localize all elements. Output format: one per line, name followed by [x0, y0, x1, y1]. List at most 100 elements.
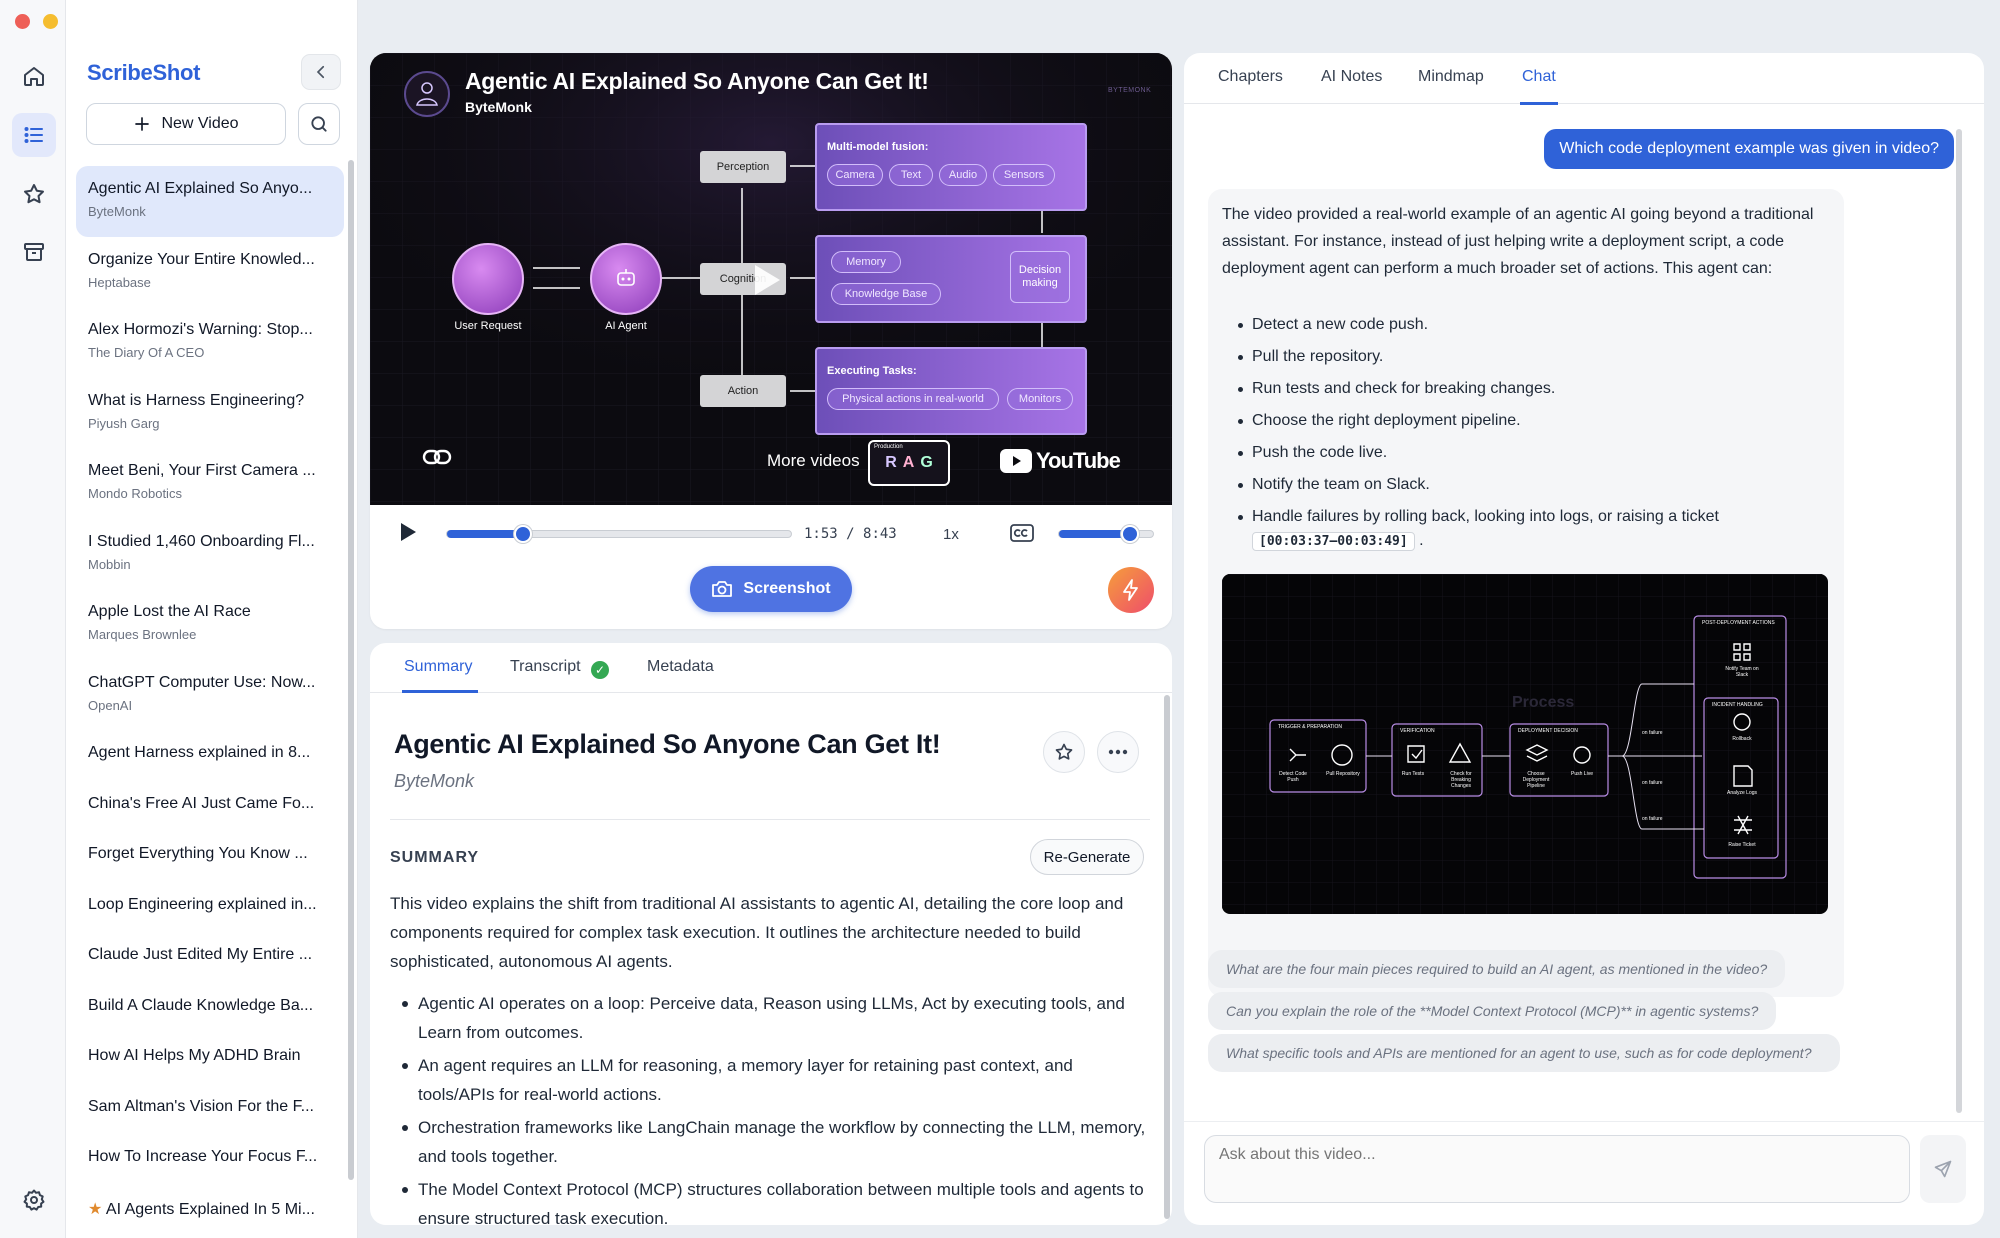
video-item-title: Organize Your Entire Knowled...	[88, 250, 315, 268]
summary-scrollbar[interactable]	[1164, 695, 1170, 1219]
seek-thumb[interactable]	[514, 525, 533, 543]
video-player[interactable]: Agentic AI Explained So Anyone Can Get I…	[370, 53, 1172, 505]
send-button[interactable]	[1920, 1135, 1966, 1203]
chat-input-box[interactable]	[1204, 1135, 1910, 1203]
tab-mindmap[interactable]: Mindmap	[1418, 68, 1484, 86]
summary-video-title: Agentic AI Explained So Anyone Can Get I…	[394, 729, 941, 759]
video-list-item[interactable]: Apple Lost the AI Race Marques Brownlee	[76, 589, 344, 660]
more-options-button[interactable]	[1097, 731, 1139, 773]
tab-ai-notes[interactable]: AI Notes	[1321, 68, 1382, 86]
video-list-item[interactable]: Alex Hormozi's Warning: Stop... The Diar…	[76, 307, 344, 378]
settings-button[interactable]	[12, 1178, 56, 1222]
assistant-list-item: Run tests and check for breaking changes…	[1222, 377, 1828, 409]
diagram-label: Analyze Logs	[1726, 790, 1758, 796]
video-list-item[interactable]: Meet Beni, Your First Camera ... Mondo R…	[76, 448, 344, 519]
assistant-list-item: Push the code live.	[1222, 441, 1828, 473]
suggested-question[interactable]: Can you explain the role of the **Model …	[1208, 992, 1777, 1030]
fusion-chip: Sensors	[993, 164, 1055, 186]
rag-letter: R	[885, 454, 897, 471]
summary-divider	[390, 819, 1150, 820]
video-list-item[interactable]: China's Free AI Just Came Fo...	[76, 781, 344, 832]
video-item-title: Forget Everything You Know ...	[88, 845, 308, 862]
video-list-item[interactable]: Claude Just Edited My Entire ...	[76, 932, 344, 983]
regenerate-button[interactable]: Re-Generate	[1030, 839, 1144, 875]
tab-transcript[interactable]: Transcript ✓	[510, 658, 609, 679]
quick-action-button[interactable]	[1108, 567, 1154, 613]
assistant-list-item: Handle failures by rolling back, looking…	[1222, 505, 1828, 554]
timestamp-link[interactable]: [00:03:37–00:03:49]	[1252, 532, 1415, 551]
volume-thumb[interactable]	[1121, 525, 1140, 543]
chevron-left-icon	[316, 65, 325, 79]
play-pause-button[interactable]	[398, 521, 422, 547]
ai-agent-node	[590, 243, 662, 315]
video-sidebar: ScribeShot New Video Agentic AI Explaine…	[66, 0, 358, 1238]
suggested-question[interactable]: What are the four main pieces required t…	[1208, 950, 1786, 988]
tab-chapters[interactable]: Chapters	[1218, 68, 1283, 86]
share-link-button[interactable]	[422, 445, 452, 469]
channel-logo[interactable]	[404, 71, 450, 117]
video-player-card: Agentic AI Explained So Anyone Can Get I…	[370, 53, 1172, 629]
send-icon	[1934, 1160, 1952, 1178]
app-brand: ScribeShot	[87, 60, 201, 85]
video-list-item[interactable]: How AI Helps My ADHD Brain	[76, 1033, 344, 1084]
video-list-item[interactable]: Forget Everything You Know ...	[76, 831, 344, 882]
tab-summary[interactable]: Summary	[404, 658, 472, 676]
video-item-channel: ByteMonk	[88, 204, 146, 219]
sidebar-scrollbar[interactable]	[348, 160, 354, 1180]
captions-button[interactable]	[1010, 523, 1036, 545]
home-button[interactable]	[12, 54, 56, 98]
video-list-item[interactable]: What is Harness Engineering? Piyush Garg	[76, 378, 344, 449]
archive-button[interactable]	[12, 230, 56, 274]
tab-transcript-label: Transcript	[510, 658, 581, 675]
chat-input[interactable]	[1219, 1146, 1889, 1164]
tab-metadata[interactable]: Metadata	[647, 658, 714, 676]
volume-slider[interactable]	[1058, 525, 1154, 543]
video-list-item[interactable]: Agentic AI Explained So Anyo... ByteMonk	[76, 166, 344, 237]
video-list-item[interactable]: ★ AI Agents Explained In 5 Mi...	[76, 1185, 344, 1236]
collapse-sidebar-button[interactable]	[301, 54, 341, 90]
video-item-channel: Piyush Garg	[88, 415, 160, 431]
related-video-thumbnail[interactable]: Production R A G	[868, 440, 950, 486]
chat-scrollbar[interactable]	[1956, 129, 1962, 1113]
video-item-channel: Marques Brownlee	[88, 627, 197, 642]
video-list-item[interactable]: Sam Altman's Vision For the F...	[76, 1084, 344, 1135]
diagram-label: Detect Code Push	[1279, 771, 1307, 783]
gear-icon	[23, 1189, 45, 1211]
fusion-chip: Camera	[827, 164, 883, 186]
library-button[interactable]	[12, 113, 56, 157]
summary-bullet: An agent requires an LLM for reasoning, …	[390, 1051, 1150, 1109]
screenshot-button[interactable]: Screenshot	[690, 566, 852, 612]
video-list-item[interactable]: I Studied 1,460 Onboarding Fl... Mobbin	[76, 519, 344, 590]
duration: 8:43	[863, 526, 897, 542]
video-list-item[interactable]: Build A Claude Knowledge Ba...	[76, 983, 344, 1034]
video-list-item[interactable]: Organize Your Entire Knowled... Heptabas…	[76, 237, 344, 308]
playback-speed-button[interactable]: 1x	[943, 526, 959, 543]
new-video-button[interactable]: New Video	[86, 103, 286, 145]
video-item-title: How AI Helps My ADHD Brain	[88, 1047, 301, 1064]
video-item-title: Loop Engineering explained in...	[88, 895, 317, 913]
video-list-item[interactable]: Agent Harness explained in 8...	[76, 730, 344, 781]
suggested-question[interactable]: What specific tools and APIs are mention…	[1208, 1034, 1840, 1072]
lightning-icon	[1123, 579, 1138, 601]
window-close-button[interactable]	[15, 14, 30, 29]
seek-bar[interactable]	[446, 525, 792, 543]
window-minimize-button[interactable]	[43, 14, 58, 29]
search-button[interactable]	[298, 103, 340, 145]
video-item-title: Sam Altman's Vision For the F...	[88, 1097, 314, 1115]
video-list-item[interactable]: How To Increase Your Focus F...	[76, 1134, 344, 1185]
favorite-button[interactable]	[1043, 731, 1085, 773]
summary-card: Summary Transcript ✓ Metadata Agentic AI…	[370, 643, 1172, 1225]
video-list-item[interactable]: Loop Engineering explained in...	[76, 882, 344, 933]
star-icon	[24, 184, 44, 204]
chat-screenshot-image[interactable]: TRIGGER & PREPARATION VERIFICATION DEPLO…	[1222, 574, 1828, 914]
video-overlay-title: Agentic AI Explained So Anyone Can Get I…	[465, 68, 929, 94]
video-list-item[interactable]: ChatGPT Computer Use: Now... OpenAI	[76, 660, 344, 731]
knowledge-base-chip: Knowledge Base	[831, 283, 941, 305]
play-overlay-button[interactable]	[747, 260, 787, 300]
favorites-button[interactable]	[12, 172, 56, 216]
more-videos-label[interactable]: More videos	[767, 451, 860, 471]
search-icon	[311, 116, 327, 132]
exec-chip: Monitors	[1007, 388, 1073, 410]
youtube-logo[interactable]: YouTube	[1000, 448, 1121, 474]
tab-chat[interactable]: Chat	[1522, 68, 1556, 86]
